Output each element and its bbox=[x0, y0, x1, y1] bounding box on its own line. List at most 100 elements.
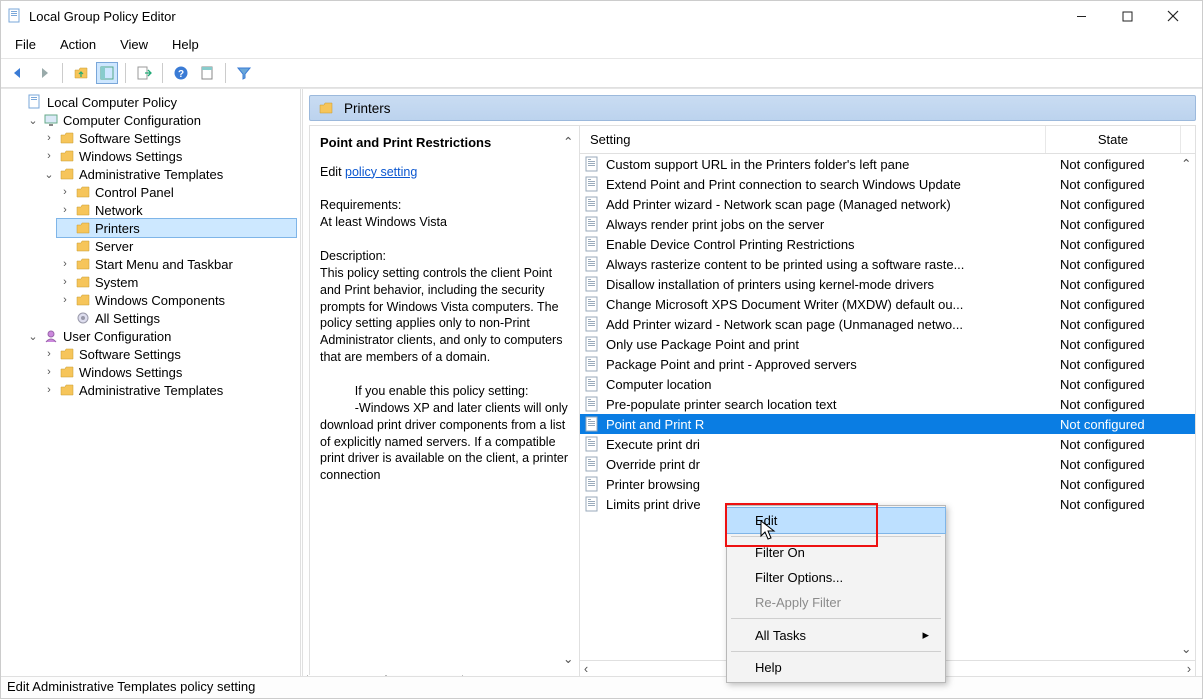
vertical-scrollbar[interactable]: ⌃ ⌄ bbox=[1181, 156, 1195, 656]
column-setting[interactable]: Setting bbox=[580, 126, 1046, 153]
chevron-right-icon[interactable]: › bbox=[59, 204, 71, 216]
tree-label: Computer Configuration bbox=[63, 113, 201, 128]
setting-row[interactable]: Custom support URL in the Printers folde… bbox=[580, 154, 1195, 174]
setting-row[interactable]: Enable Device Control Printing Restricti… bbox=[580, 234, 1195, 254]
tree-cc-software[interactable]: ›Software Settings bbox=[41, 129, 296, 147]
show-hide-tree-button[interactable] bbox=[96, 62, 118, 84]
maximize-button[interactable] bbox=[1104, 1, 1150, 31]
setting-row[interactable]: Package Point and print - Approved serve… bbox=[580, 354, 1195, 374]
menubar: File Action View Help bbox=[1, 31, 1202, 59]
setting-row[interactable]: Add Printer wizard - Network scan page (… bbox=[580, 314, 1195, 334]
setting-row[interactable]: Printer browsingNot configured bbox=[580, 474, 1195, 494]
chevron-right-icon[interactable]: › bbox=[59, 276, 71, 288]
setting-row[interactable]: Add Printer wizard - Network scan page (… bbox=[580, 194, 1195, 214]
setting-row[interactable]: Override print drNot configured bbox=[580, 454, 1195, 474]
menu-action[interactable]: Action bbox=[56, 35, 100, 54]
tree-network[interactable]: ›Network bbox=[57, 201, 296, 219]
scroll-up-icon[interactable]: ⌃ bbox=[563, 134, 577, 151]
folder-icon bbox=[59, 382, 75, 398]
setting-row[interactable]: Change Microsoft XPS Document Writer (MX… bbox=[580, 294, 1195, 314]
tree-cc-admin[interactable]: ⌄Administrative Templates bbox=[41, 165, 296, 183]
scroll-down-icon[interactable]: ⌄ bbox=[1181, 641, 1195, 656]
setting-row[interactable]: Always render print jobs on the serverNo… bbox=[580, 214, 1195, 234]
export-button[interactable] bbox=[133, 62, 155, 84]
description-panel: Point and Print Restrictions Edit policy… bbox=[310, 126, 580, 676]
setting-row[interactable]: Execute print driNot configured bbox=[580, 434, 1195, 454]
setting-row[interactable]: Only use Package Point and printNot conf… bbox=[580, 334, 1195, 354]
setting-state: Not configured bbox=[1056, 477, 1191, 492]
context-filter-options[interactable]: Filter Options... bbox=[727, 565, 945, 590]
setting-state: Not configured bbox=[1056, 337, 1191, 352]
context-separator bbox=[731, 536, 941, 537]
tree-uc-admin[interactable]: ›Administrative Templates bbox=[41, 381, 296, 399]
setting-row[interactable]: Pre-populate printer search location tex… bbox=[580, 394, 1195, 414]
chevron-down-icon[interactable]: ⌄ bbox=[27, 114, 39, 127]
tree-label: System bbox=[95, 275, 138, 290]
menu-help[interactable]: Help bbox=[168, 35, 203, 54]
context-all-tasks[interactable]: All Tasks▸ bbox=[727, 622, 945, 648]
scroll-down-icon[interactable]: ⌄ bbox=[563, 651, 577, 668]
folder-icon bbox=[75, 292, 91, 308]
menu-view[interactable]: View bbox=[116, 35, 152, 54]
chevron-right-icon[interactable]: › bbox=[59, 186, 71, 198]
tree-startmenu[interactable]: ›Start Menu and Taskbar bbox=[57, 255, 296, 273]
close-button[interactable] bbox=[1150, 1, 1196, 31]
chevron-right-icon[interactable]: › bbox=[43, 348, 55, 360]
help-button[interactable]: ? bbox=[170, 62, 192, 84]
chevron-down-icon[interactable]: ⌄ bbox=[27, 330, 39, 343]
scroll-up-icon[interactable]: ⌃ bbox=[1181, 156, 1195, 171]
tree-printers[interactable]: ›Printers bbox=[57, 219, 296, 237]
titlebar: Local Group Policy Editor bbox=[1, 1, 1202, 31]
policy-item-icon bbox=[584, 416, 600, 432]
tree-root[interactable]: ▸ Local Computer Policy bbox=[9, 93, 296, 111]
tree-uc-windows[interactable]: ›Windows Settings bbox=[41, 363, 296, 381]
chevron-right-icon[interactable]: › bbox=[59, 258, 71, 270]
properties-button[interactable] bbox=[196, 62, 218, 84]
chevron-right-icon[interactable]: › bbox=[43, 150, 55, 162]
filter-button[interactable] bbox=[233, 62, 255, 84]
chevron-right-icon[interactable]: › bbox=[43, 384, 55, 396]
setting-row[interactable]: Extend Point and Print connection to sea… bbox=[580, 174, 1195, 194]
context-help[interactable]: Help bbox=[727, 655, 945, 680]
context-filter-on[interactable]: Filter On bbox=[727, 540, 945, 565]
chevron-right-icon[interactable]: › bbox=[43, 132, 55, 144]
chevron-right-icon[interactable]: › bbox=[59, 294, 71, 306]
tree-control-panel[interactable]: ›Control Panel bbox=[57, 183, 296, 201]
submenu-arrow-icon: ▸ bbox=[922, 627, 929, 643]
edit-policy-link[interactable]: policy setting bbox=[345, 165, 417, 179]
tree-cc-windows[interactable]: ›Windows Settings bbox=[41, 147, 296, 165]
chevron-down-icon[interactable]: ⌄ bbox=[43, 168, 55, 181]
tree-wincomp[interactable]: ›Windows Components bbox=[57, 291, 296, 309]
toolbar: ? bbox=[1, 59, 1202, 88]
setting-row[interactable]: Point and Print RNot configured bbox=[580, 414, 1195, 434]
desc-scrollbar[interactable]: ⌃ ⌄ bbox=[563, 134, 577, 668]
setting-row[interactable]: Computer locationNot configured bbox=[580, 374, 1195, 394]
setting-state: Not configured bbox=[1056, 237, 1191, 252]
setting-row[interactable]: Disallow installation of printers using … bbox=[580, 274, 1195, 294]
minimize-button[interactable] bbox=[1058, 1, 1104, 31]
setting-row[interactable]: Always rasterize content to be printed u… bbox=[580, 254, 1195, 274]
requirements-text: At least Windows Vista bbox=[320, 214, 569, 231]
breadcrumb: Printers bbox=[309, 95, 1196, 121]
scroll-right-icon[interactable]: › bbox=[1187, 662, 1191, 676]
tree-uc-software[interactable]: ›Software Settings bbox=[41, 345, 296, 363]
context-separator bbox=[731, 651, 941, 652]
tree-pane[interactable]: ▸ Local Computer Policy ⌄ Computer Confi… bbox=[1, 89, 303, 676]
menu-file[interactable]: File bbox=[11, 35, 40, 54]
back-button[interactable] bbox=[7, 62, 29, 84]
column-state[interactable]: State bbox=[1046, 126, 1181, 153]
chevron-right-icon[interactable]: › bbox=[43, 366, 55, 378]
tree-system[interactable]: › System bbox=[57, 273, 296, 291]
status-text: Edit Administrative Templates policy set… bbox=[7, 679, 255, 694]
tree-server[interactable]: ›Server bbox=[57, 237, 296, 255]
tree-computer-configuration[interactable]: ⌄ Computer Configuration bbox=[25, 111, 296, 129]
tree-allsettings[interactable]: ›All Settings bbox=[57, 309, 296, 327]
tree-label: User Configuration bbox=[63, 329, 171, 344]
tree-user-configuration[interactable]: ⌄ User Configuration bbox=[25, 327, 296, 345]
setting-state: Not configured bbox=[1056, 297, 1191, 312]
forward-button[interactable] bbox=[33, 62, 55, 84]
up-button[interactable] bbox=[70, 62, 92, 84]
scroll-left-icon[interactable]: ‹ bbox=[584, 662, 588, 676]
context-edit[interactable]: Edit bbox=[727, 508, 945, 533]
policy-item-icon bbox=[584, 196, 600, 212]
